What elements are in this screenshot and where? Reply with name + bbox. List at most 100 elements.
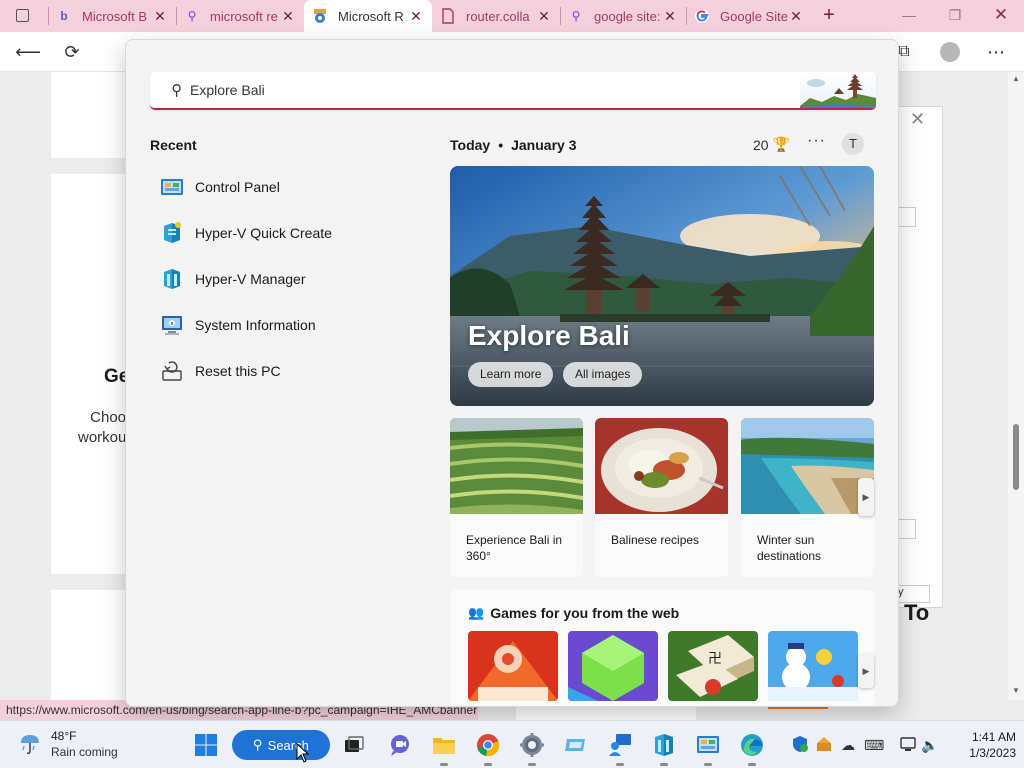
control-panel-taskbar-button[interactable] bbox=[694, 731, 722, 766]
remote-desktop-button[interactable] bbox=[562, 731, 590, 759]
tile-balinese-recipes[interactable]: Balinese recipes bbox=[595, 418, 728, 577]
maximize-button[interactable]: ❐ bbox=[932, 0, 978, 32]
games-heading: 👥 Games for you from the web bbox=[468, 605, 679, 621]
tab-close-icon[interactable]: ✕ bbox=[152, 8, 168, 25]
scrollbar-thumb[interactable] bbox=[1013, 424, 1019, 490]
tiles-next-button[interactable]: ▶ bbox=[858, 478, 874, 516]
new-tab-button[interactable]: + bbox=[818, 4, 840, 26]
recent-item-label: Hyper-V Quick Create bbox=[195, 225, 332, 241]
tab-close-icon[interactable]: ✕ bbox=[536, 8, 552, 25]
game-thumbnail: 卍 bbox=[668, 631, 758, 701]
weather-condition: Rain coming bbox=[51, 745, 118, 759]
windows-search-flyout: ⚲ Recent Control Panel Hyper-V Quick Cre… bbox=[125, 39, 899, 707]
tile-experience-bali[interactable]: Experience Bali in 360° bbox=[450, 418, 583, 577]
game-tile[interactable] bbox=[768, 631, 858, 701]
security-shield-icon[interactable] bbox=[790, 735, 810, 755]
tab-close-icon[interactable]: ✕ bbox=[408, 8, 424, 25]
tab-actions-icon bbox=[16, 9, 29, 22]
tab-microsoft-rewards[interactable]: Microsoft R ✕ bbox=[304, 0, 432, 32]
recent-item-hyperv-manager[interactable]: Hyper-V Manager bbox=[160, 264, 400, 294]
hero-card[interactable]: Explore Bali Learn more All images bbox=[450, 166, 874, 406]
refresh-button[interactable]: ⟳ bbox=[58, 38, 86, 66]
more-options-button[interactable]: ··· bbox=[807, 132, 826, 150]
bing-icon: b bbox=[60, 9, 68, 23]
minimize-button[interactable]: — bbox=[886, 0, 932, 32]
page-card bbox=[51, 72, 131, 158]
control-panel-icon bbox=[160, 175, 184, 199]
game-tile[interactable]: 卍 bbox=[668, 631, 758, 701]
page-text-fragment: Choo workou bbox=[78, 408, 126, 448]
settings-more-button[interactable]: ⋯ bbox=[982, 38, 1010, 66]
search-icon: ⚲ bbox=[571, 9, 581, 23]
page-icon bbox=[440, 8, 456, 24]
taskbar-clock[interactable]: 1:41 AM 1/3/2023 bbox=[946, 729, 1016, 761]
tile-winter-sun[interactable]: Winter sun destinations bbox=[741, 418, 874, 577]
tab-microsoft-re[interactable]: ⚲ microsoft re ✕ bbox=[176, 0, 304, 32]
hyperv-quick-create-icon bbox=[160, 221, 184, 245]
profile-button[interactable] bbox=[936, 38, 964, 66]
game-tile[interactable] bbox=[468, 631, 558, 701]
taskbar-search-button[interactable]: ⚲ Search bbox=[232, 730, 330, 760]
task-view-button[interactable] bbox=[340, 731, 368, 759]
scroll-down-icon[interactable]: ▼ bbox=[1012, 686, 1020, 695]
mouse-cursor-icon bbox=[296, 743, 310, 763]
search-box[interactable]: ⚲ bbox=[150, 72, 876, 110]
profile-initial-button[interactable]: T bbox=[842, 133, 864, 155]
game-tile[interactable] bbox=[568, 631, 658, 701]
weather-widget[interactable]: 48°F Rain coming bbox=[18, 729, 118, 760]
tab-router-colla[interactable]: router.colla ✕ bbox=[432, 0, 560, 32]
windows-logo-icon bbox=[195, 734, 217, 756]
file-explorer-button[interactable] bbox=[430, 731, 458, 766]
edge-button[interactable] bbox=[738, 731, 766, 766]
tab-microsoft-b[interactable]: b Microsoft B ✕ bbox=[48, 0, 176, 32]
close-window-button[interactable]: ✕ bbox=[978, 0, 1024, 32]
tile-label: Balinese recipes bbox=[611, 533, 700, 547]
hyperv-manager-taskbar-button[interactable] bbox=[650, 731, 678, 766]
dialog-close-icon[interactable]: ✕ bbox=[910, 109, 925, 130]
tab-google-site-search[interactable]: ⚲ google site: ✕ bbox=[560, 0, 686, 32]
tab-close-icon[interactable]: ✕ bbox=[280, 8, 296, 25]
search-input[interactable] bbox=[190, 76, 790, 104]
settings-button[interactable] bbox=[518, 731, 546, 766]
all-images-button[interactable]: All images bbox=[563, 362, 643, 387]
tab-actions-button[interactable] bbox=[10, 7, 38, 25]
dialog-input[interactable] bbox=[896, 207, 916, 227]
back-button[interactable]: ⟵ bbox=[14, 38, 42, 66]
teams-chat-button[interactable] bbox=[386, 731, 414, 759]
scroll-up-icon[interactable]: ▲ bbox=[1012, 74, 1020, 83]
start-button[interactable] bbox=[192, 731, 220, 759]
tab-google-site[interactable]: Google Site ✕ bbox=[686, 0, 812, 32]
today-label: Today bbox=[450, 137, 491, 153]
games-next-button[interactable]: ▶ bbox=[858, 654, 874, 688]
task-view-icon bbox=[345, 736, 364, 752]
search-icon: ⚲ bbox=[253, 737, 263, 752]
recent-item-reset-pc[interactable]: Reset this PC bbox=[160, 356, 400, 386]
recent-item-label: System Information bbox=[195, 317, 316, 333]
tray-app-icon[interactable] bbox=[814, 735, 834, 755]
hero-title: Explore Bali bbox=[468, 320, 630, 351]
chrome-button[interactable] bbox=[474, 731, 502, 766]
recent-item-control-panel[interactable]: Control Panel bbox=[160, 172, 400, 202]
quick-assist-button[interactable] bbox=[606, 731, 634, 766]
tab-title: microsoft re bbox=[210, 8, 278, 24]
keyboard-icon[interactable]: ⌨ bbox=[864, 735, 884, 755]
dialog-input[interactable] bbox=[896, 519, 916, 539]
today-date: January 3 bbox=[511, 137, 577, 153]
tab-close-icon[interactable]: ✕ bbox=[788, 8, 804, 25]
page-text-line: workou bbox=[78, 429, 127, 446]
tab-close-icon[interactable]: ✕ bbox=[662, 8, 678, 25]
rewards-points[interactable]: 20 🏆 bbox=[753, 136, 790, 153]
learn-more-button[interactable]: Learn more bbox=[468, 362, 554, 387]
tab-title: Microsoft B bbox=[82, 8, 148, 24]
network-icon[interactable] bbox=[898, 735, 918, 755]
onedrive-icon[interactable]: ☁ bbox=[838, 735, 858, 755]
game-thumbnail bbox=[568, 631, 658, 701]
beach-image bbox=[741, 418, 874, 514]
reset-pc-icon bbox=[160, 359, 184, 383]
recent-item-system-information[interactable]: System Information bbox=[160, 310, 400, 340]
page-scrollbar[interactable]: ▲ ▼ bbox=[1008, 72, 1024, 700]
rain-cloud-icon bbox=[18, 729, 44, 755]
volume-icon[interactable]: 🔈 bbox=[920, 735, 940, 755]
recent-item-hyperv-quick-create[interactable]: Hyper-V Quick Create bbox=[160, 218, 400, 248]
today-heading: Today • January 3 bbox=[450, 137, 576, 153]
